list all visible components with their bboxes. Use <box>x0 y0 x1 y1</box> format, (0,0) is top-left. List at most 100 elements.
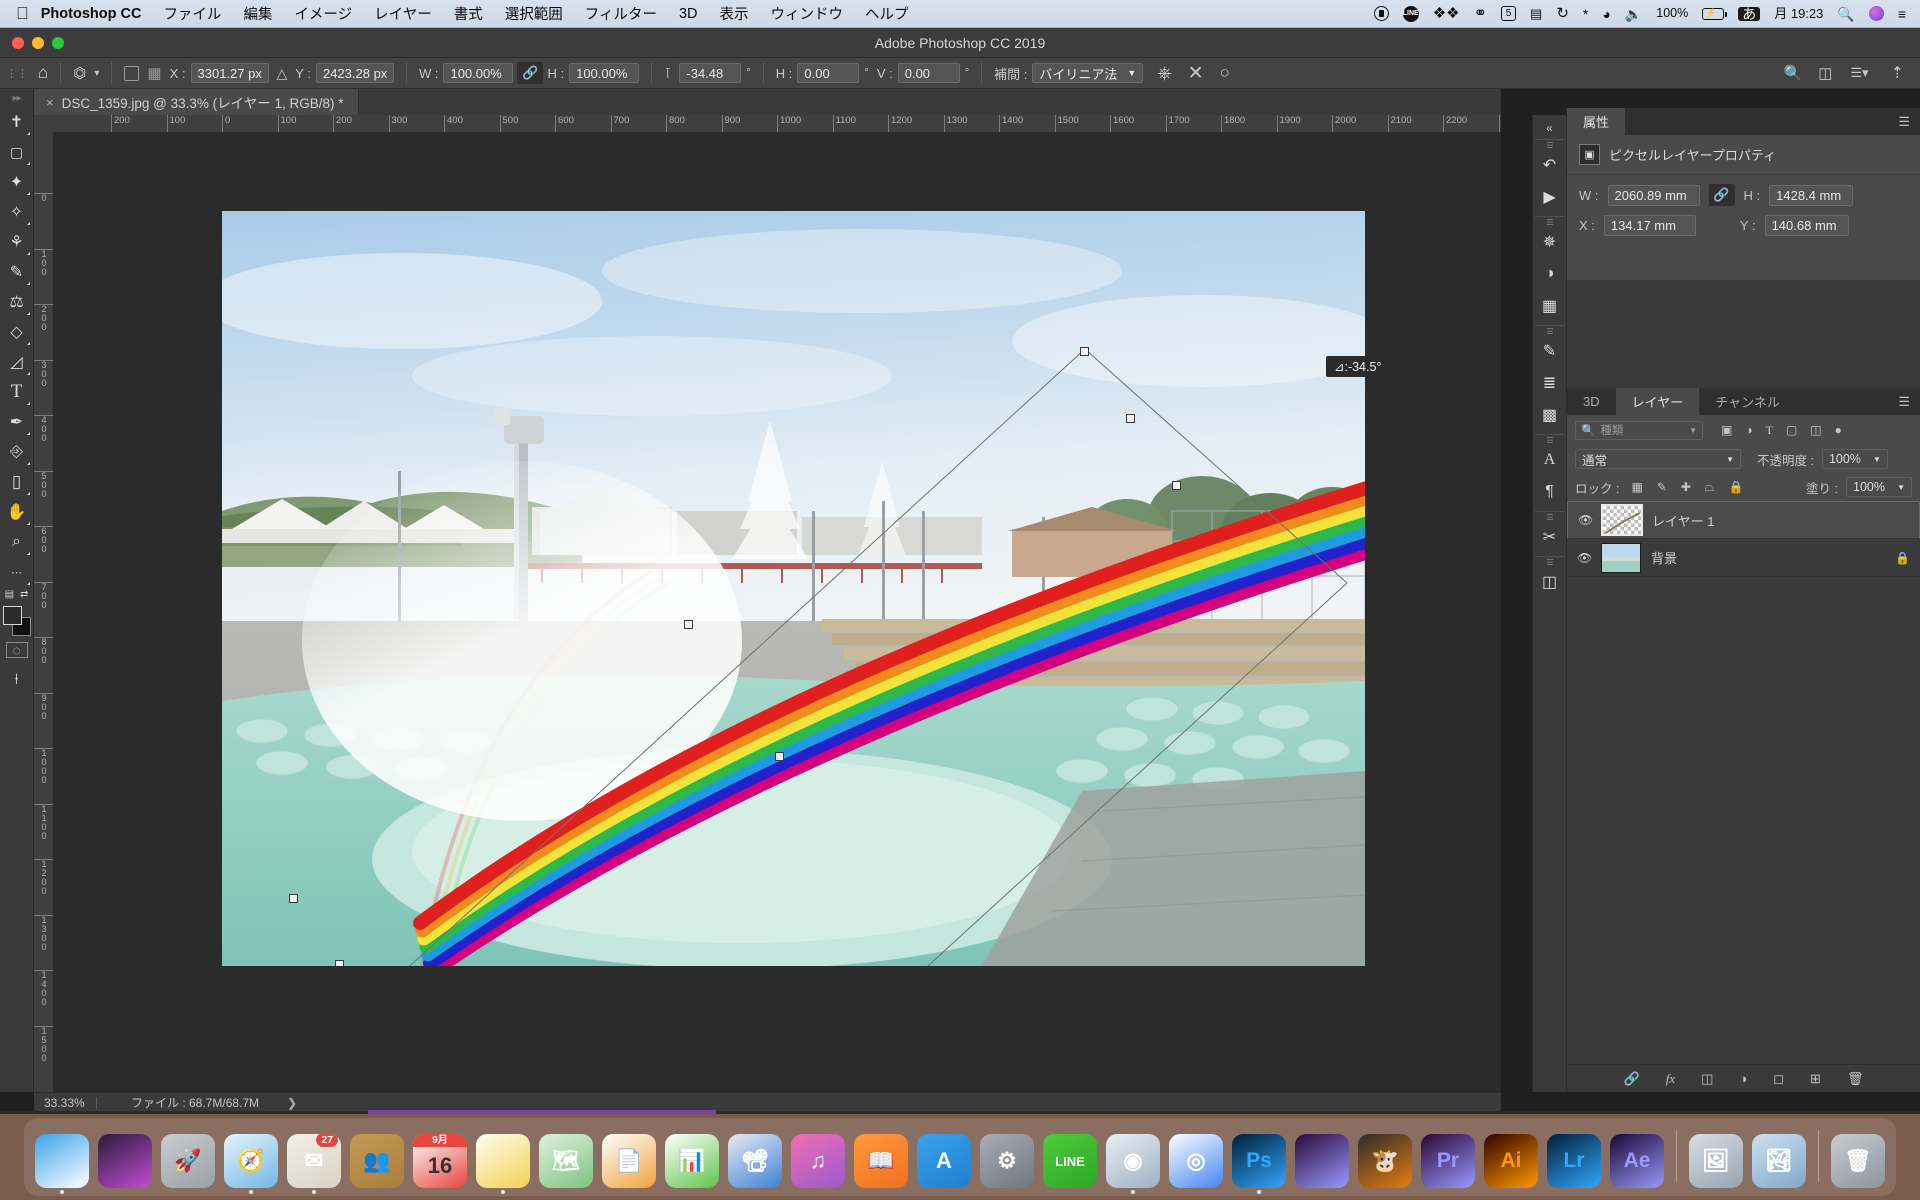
menu-item-filter[interactable]: フィルター <box>574 3 668 24</box>
swap-colors-icon[interactable]: ⇄ <box>20 589 28 600</box>
dock-item-line[interactable]: LINE <box>1042 1134 1098 1194</box>
maximize-window-button[interactable] <box>52 37 64 49</box>
cancel-transform-icon[interactable]: ✕ <box>1184 62 1208 85</box>
dock-item-finder[interactable] <box>34 1134 90 1194</box>
dock-item-photoshop[interactable]: Ps <box>1231 1134 1287 1194</box>
minimize-window-button[interactable] <box>32 37 44 49</box>
transform-handle-bottom-left[interactable] <box>289 894 298 903</box>
backup-icon[interactable]: ▤ <box>1530 7 1542 20</box>
link-layers-icon[interactable]: 🔗 <box>1624 1071 1640 1087</box>
warp-mode-icon[interactable]: ⎈ <box>1153 63 1175 84</box>
filter-adjustment-icon[interactable]: ◑ <box>1745 423 1752 438</box>
dock-item-quicklook[interactable]: ◉ <box>1105 1134 1161 1194</box>
commit-transform-icon[interactable]: ○ <box>1216 63 1234 83</box>
panel-menu-icon[interactable]: ☰ <box>1898 114 1920 130</box>
color-balance-icon[interactable]: ◑ <box>1535 258 1565 290</box>
tab-channels[interactable]: チャンネル <box>1699 388 1796 415</box>
dock-item-calendar[interactable]: 9月 16 <box>412 1134 468 1194</box>
menu-item-window[interactable]: ウィンドウ <box>760 3 855 24</box>
home-icon[interactable]: ⌂ <box>34 63 52 83</box>
hand-tool[interactable]: ✋ <box>2 497 32 527</box>
default-colors-icon[interactable]: ▤ <box>5 589 14 600</box>
menu-item-type[interactable]: 書式 <box>443 3 494 24</box>
horizontal-ruler[interactable]: 200 100 0 100 200 300 400 500 600 700 800 900 1000 11… <box>54 115 1501 133</box>
share-icon[interactable]: ⇡ <box>1887 63 1908 83</box>
record-icon[interactable] <box>1373 6 1389 21</box>
filter-smart-object-icon[interactable]: ◫ <box>1810 423 1821 438</box>
libraries-icon[interactable]: ▦ <box>1535 290 1565 322</box>
glyphs-icon[interactable]: ✂ <box>1535 521 1565 553</box>
vertical-ruler[interactable]: 0 100 200 300 400 500 600 700 800 900 1000 1100 1200… <box>34 133 54 1092</box>
transform-x-field[interactable]: 3301.27 px <box>190 63 269 83</box>
options-bar-grabber[interactable]: ⋮⋮ <box>0 67 34 80</box>
type-tool[interactable]: T <box>2 377 32 407</box>
workspace-switcher-icon[interactable]: ☰▾ <box>1846 65 1872 81</box>
battery-icon[interactable]: ⚡ <box>1702 7 1727 20</box>
line-icon[interactable]: LINE <box>1402 5 1419 22</box>
close-icon[interactable]: × <box>46 95 54 110</box>
menu-item-edit[interactable]: 編集 <box>232 3 283 24</box>
close-window-button[interactable] <box>12 37 24 49</box>
transform-handle-bottom[interactable] <box>335 960 344 966</box>
layer-name[interactable]: レイヤー 1 <box>1652 511 1714 530</box>
quick-mask-icon[interactable]: ◌ <box>5 642 28 658</box>
dock-item-chrome[interactable]: ◎ <box>1168 1134 1224 1194</box>
tab-3d[interactable]: 3D <box>1567 388 1616 415</box>
dock-item-after-effects-alt[interactable] <box>1294 1134 1350 1194</box>
zoom-level[interactable]: 33.33% <box>34 1096 96 1110</box>
paragraph-panel-icon[interactable]: ¶ <box>1535 476 1565 508</box>
marquee-tool[interactable]: ▢ <box>2 137 32 167</box>
blend-mode-select[interactable]: 通常 ▼ <box>1575 449 1741 469</box>
foreground-color-swatch[interactable] <box>2 606 22 625</box>
list-item[interactable]: 👁 レイヤー 1 <box>1567 501 1920 539</box>
brush-tool[interactable]: ✎ <box>2 257 32 287</box>
link-dimensions-icon[interactable]: 🔗 <box>1708 184 1735 206</box>
layer-visibility-icon[interactable]: 👁 <box>1577 551 1592 565</box>
input-method-indicator[interactable]: あ <box>1738 6 1761 21</box>
lasso-tool[interactable]: ✦ <box>2 167 32 197</box>
move-tool[interactable]: ✝ <box>2 107 32 137</box>
histogram-icon[interactable]: ▩ <box>1535 399 1565 431</box>
property-width-field[interactable]: 2060.89 mm <box>1607 184 1700 206</box>
transform-handle-bottom-mid[interactable] <box>775 752 784 761</box>
transform-skew-h-field[interactable]: 0.00 <box>797 63 860 83</box>
reference-point-icon[interactable]: ▦ <box>143 64 165 82</box>
transform-angle-field[interactable]: -34.48 <box>679 63 742 83</box>
layer-filter-search[interactable]: 🔍 種類 ▼ <box>1575 420 1703 440</box>
filter-toggle-icon[interactable]: ● <box>1835 423 1842 438</box>
adjustments-icon[interactable]: ✵ <box>1535 226 1565 258</box>
new-group-icon[interactable]: ◻ <box>1773 1071 1784 1087</box>
dock-item-ibooks[interactable]: 📖 <box>853 1134 909 1194</box>
document-image[interactable] <box>222 211 1365 966</box>
quick-selection-tool[interactable]: ✧ <box>2 197 32 227</box>
menu-item-help[interactable]: ヘルプ <box>854 3 920 24</box>
dock-item-numbers[interactable]: 📊 <box>664 1134 720 1194</box>
collapse-panels-button[interactable]: « <box>1546 121 1553 135</box>
wifi-icon[interactable]: ◕ <box>1602 7 1610 21</box>
control-center-icon[interactable]: ≡ <box>1898 7 1906 21</box>
dock-item-maps[interactable]: 🗺 <box>538 1134 594 1194</box>
property-y-field[interactable]: 140.68 mm <box>1764 215 1849 236</box>
transform-handle-center-left[interactable] <box>684 620 693 629</box>
spotlight-search-icon[interactable]: 🔍 <box>1837 7 1854 21</box>
creative-cloud-icon[interactable]: ⚭ <box>1474 5 1487 22</box>
filter-shape-icon[interactable]: ▢ <box>1786 423 1797 438</box>
apple-icon[interactable]:  <box>16 5 29 22</box>
dock-item-notes[interactable] <box>475 1134 531 1194</box>
menubar-clock[interactable]: 月 19:23 <box>1774 7 1823 20</box>
dock-item-safari[interactable]: 🧭 <box>223 1134 279 1194</box>
toolbar-grabber[interactable]: ▸▸ <box>12 93 21 104</box>
more-tools-button[interactable]: ⋯ <box>2 557 32 587</box>
filter-pixel-icon[interactable]: ▣ <box>1721 423 1732 438</box>
dock-item-keynote[interactable]: 📽 <box>727 1134 783 1194</box>
dock-item-siri[interactable] <box>97 1134 153 1194</box>
tab-properties[interactable]: 属性 <box>1567 108 1626 135</box>
menu-item-view[interactable]: 表示 <box>709 3 760 24</box>
dock-item-blender[interactable]: 🐮 <box>1357 1134 1413 1194</box>
dock-item-system-preferences[interactable]: ⚙ <box>979 1134 1035 1194</box>
dock-item-contacts[interactable]: 👥 <box>349 1134 405 1194</box>
dock-item-downloads-stack[interactable]: 🏞 <box>1751 1134 1807 1194</box>
eyedropper-tool[interactable]: ⚘ <box>2 227 32 257</box>
character-panel-icon[interactable]: A <box>1535 444 1565 476</box>
delta-icon[interactable]: △ <box>273 65 292 82</box>
